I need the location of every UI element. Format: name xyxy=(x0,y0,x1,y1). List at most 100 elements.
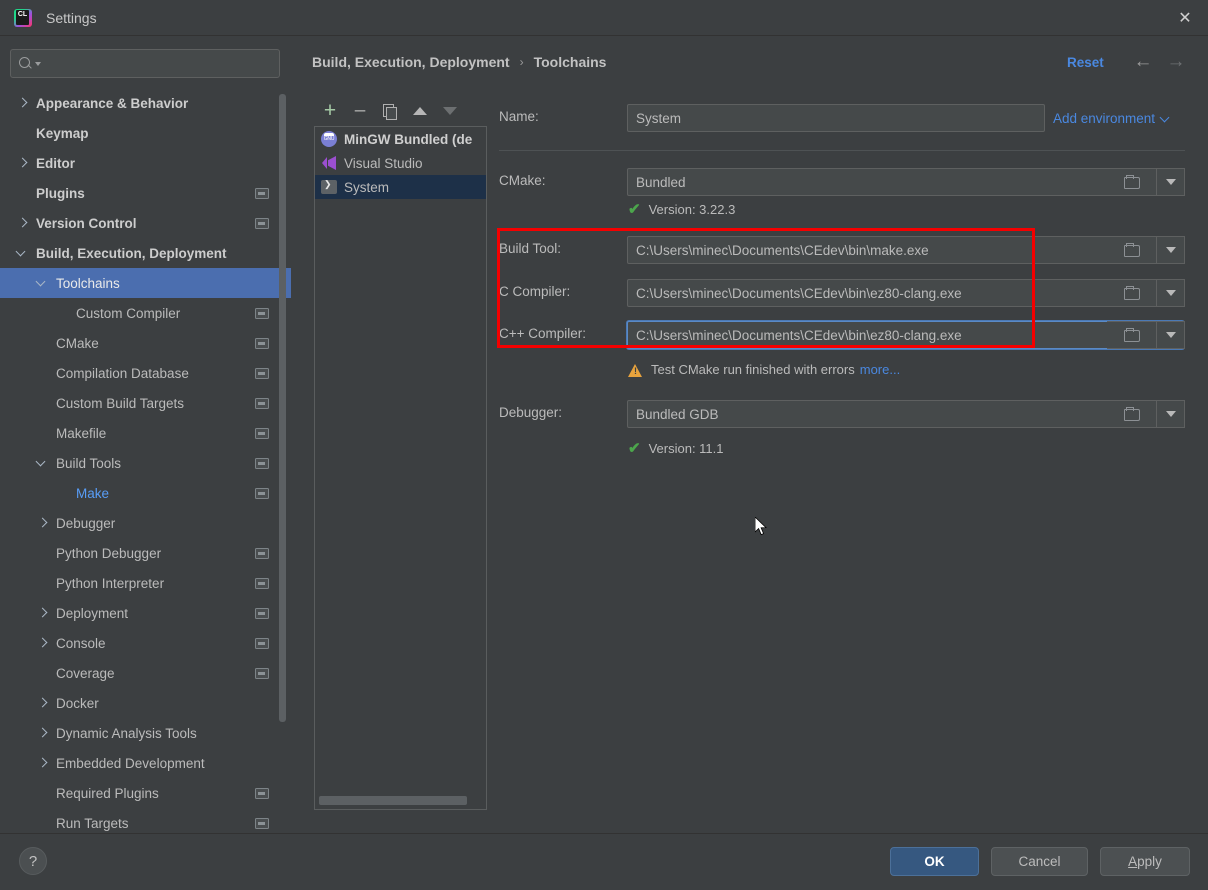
sidebar-item-python-interpreter[interactable]: Python Interpreter xyxy=(0,568,291,598)
plus-icon[interactable] xyxy=(315,99,345,123)
sidebar-item-deployment[interactable]: Deployment xyxy=(0,598,291,628)
cpp-compiler-input[interactable]: C:\Users\minec\Documents\CEdev\bin\ez80-… xyxy=(627,321,1184,349)
reset-button[interactable]: Reset xyxy=(1067,55,1104,70)
help-button[interactable]: ? xyxy=(19,847,47,875)
debugger-version-status: ✔ Version: 11.1 xyxy=(628,441,724,456)
chevron-right-icon[interactable] xyxy=(36,607,48,619)
sidebar-item-label: Version Control xyxy=(36,216,137,231)
c-compiler-input[interactable]: C:\Users\minec\Documents\CEdev\bin\ez80-… xyxy=(627,279,1184,307)
sidebar-item-docker[interactable]: Docker xyxy=(0,688,291,718)
build-tool-input[interactable]: C:\Users\minec\Documents\CEdev\bin\make.… xyxy=(627,236,1184,264)
chevron-right-icon[interactable] xyxy=(36,757,48,769)
chevron-down-icon[interactable] xyxy=(16,247,28,259)
sidebar-item-python-debugger[interactable]: Python Debugger xyxy=(0,538,291,568)
toolchain-list-item[interactable]: Visual Studio xyxy=(315,151,486,175)
settings-tree[interactable]: Appearance & Behavior KeymapEditorPlugins… xyxy=(0,88,291,832)
chevron-right-icon[interactable] xyxy=(36,727,48,739)
c-compiler-browse-button[interactable] xyxy=(1107,279,1157,307)
ok-button[interactable]: OK xyxy=(890,847,979,876)
close-icon[interactable]: ✕ xyxy=(1162,0,1208,36)
chevron-down-icon[interactable] xyxy=(36,457,48,469)
sidebar-item-label: CMake xyxy=(56,336,99,351)
sidebar-item-keymap[interactable]: Keymap xyxy=(0,118,291,148)
arrow-right-icon[interactable]: → xyxy=(1164,52,1188,74)
sidebar-item-appearance-behavior[interactable]: Appearance & Behavior xyxy=(0,88,291,118)
debugger-input[interactable]: Bundled GDB xyxy=(627,400,1184,428)
sidebar-item-label: Required Plugins xyxy=(56,786,159,801)
sidebar-item-embedded-development[interactable]: Embedded Development xyxy=(0,748,291,778)
chevron-right-icon[interactable] xyxy=(16,157,28,169)
sidebar-item-coverage[interactable]: Coverage xyxy=(0,658,291,688)
sidebar-item-build-execution-deployment[interactable]: Build, Execution, Deployment xyxy=(0,238,291,268)
chevron-right-icon[interactable] xyxy=(36,697,48,709)
project-settings-badge-icon xyxy=(255,578,269,589)
cmake-dropdown-button[interactable] xyxy=(1157,168,1185,196)
debugger-dropdown-button[interactable] xyxy=(1157,400,1185,428)
build-tool-dropdown-button[interactable] xyxy=(1157,236,1185,264)
toolchain-list-item[interactable]: MinGW Bundled (de xyxy=(315,127,486,151)
sidebar-item-compilation-database[interactable]: Compilation Database xyxy=(0,358,291,388)
chevron-right-icon[interactable] xyxy=(36,517,48,529)
sidebar-item-required-plugins[interactable]: Required Plugins xyxy=(0,778,291,808)
toolchain-list-item[interactable]: System xyxy=(315,175,486,199)
cpp-compiler-dropdown-button[interactable] xyxy=(1157,321,1185,349)
sidebar-item-toolchains[interactable]: Toolchains xyxy=(0,268,291,298)
sidebar-item-dynamic-analysis-tools[interactable]: Dynamic Analysis Tools xyxy=(0,718,291,748)
chevron-right-icon[interactable] xyxy=(16,217,28,229)
sidebar-item-build-tools[interactable]: Build Tools xyxy=(0,448,291,478)
more-link[interactable]: more... xyxy=(860,362,900,377)
project-settings-badge-icon xyxy=(255,818,269,829)
sidebar-item-label: Appearance & Behavior xyxy=(36,96,188,111)
build-tool-browse-button[interactable] xyxy=(1107,236,1157,264)
breadcrumb-root[interactable]: Build, Execution, Deployment xyxy=(312,54,510,70)
debugger-browse-button[interactable] xyxy=(1107,400,1157,428)
copy-icon[interactable] xyxy=(375,99,405,123)
sidebar-item-label: Console xyxy=(56,636,106,651)
sidebar-item-make[interactable]: Make xyxy=(0,478,291,508)
cancel-button[interactable]: Cancel xyxy=(991,847,1088,876)
sidebar-item-label: Python Debugger xyxy=(56,546,161,561)
chevron-right-icon[interactable] xyxy=(16,97,28,109)
sidebar-item-label: Dynamic Analysis Tools xyxy=(56,726,197,741)
triangle-down-icon xyxy=(1166,290,1176,296)
sidebar-item-version-control[interactable]: Version Control xyxy=(0,208,291,238)
toolchain-list-hscrollbar[interactable] xyxy=(319,796,467,805)
toolchain-list[interactable]: MinGW Bundled (deVisual Studio System xyxy=(314,126,487,810)
apply-button[interactable]: Apply xyxy=(1100,847,1190,876)
name-label: Name: xyxy=(499,109,539,124)
sidebar-item-label: Build, Execution, Deployment xyxy=(36,246,227,261)
triangle-down-icon xyxy=(1166,411,1176,417)
triangle-down-icon[interactable] xyxy=(435,99,465,123)
clion-icon xyxy=(14,9,32,27)
name-input[interactable]: System xyxy=(627,104,1045,132)
sidebar-item-makefile[interactable]: Makefile xyxy=(0,418,291,448)
minus-icon[interactable] xyxy=(345,99,375,123)
sidebar-item-cmake[interactable]: CMake xyxy=(0,328,291,358)
sidebar-item-custom-build-targets[interactable]: Custom Build Targets xyxy=(0,388,291,418)
breadcrumb-leaf: Toolchains xyxy=(534,54,607,70)
toolchain-item-label: System xyxy=(344,180,389,195)
cmake-input[interactable]: Bundled xyxy=(627,168,1184,196)
add-environment-button[interactable]: Add environment xyxy=(1053,111,1170,126)
sidebar-item-custom-compiler[interactable]: Custom Compiler xyxy=(0,298,291,328)
sidebar-scrollbar[interactable] xyxy=(279,94,286,722)
search-field[interactable] xyxy=(41,56,279,71)
chevron-down-icon[interactable] xyxy=(36,277,48,289)
sidebar-item-debugger[interactable]: Debugger xyxy=(0,508,291,538)
sidebar-item-plugins[interactable]: Plugins xyxy=(0,178,291,208)
warning-text: Test CMake run finished with errors xyxy=(651,362,855,377)
sidebar-item-label: Docker xyxy=(56,696,99,711)
sidebar-item-console[interactable]: Console xyxy=(0,628,291,658)
search-input[interactable] xyxy=(10,49,280,78)
triangle-up-icon[interactable] xyxy=(405,99,435,123)
footer-divider xyxy=(0,833,1208,834)
folder-icon xyxy=(1124,408,1139,420)
sidebar-item-run-targets[interactable]: Run Targets xyxy=(0,808,291,832)
cmake-browse-button[interactable] xyxy=(1107,168,1157,196)
c-compiler-dropdown-button[interactable] xyxy=(1157,279,1185,307)
chevron-right-icon[interactable] xyxy=(36,637,48,649)
arrow-left-icon[interactable]: ← xyxy=(1131,52,1155,74)
sidebar-item-editor[interactable]: Editor xyxy=(0,148,291,178)
folder-icon xyxy=(1124,329,1139,341)
cpp-compiler-browse-button[interactable] xyxy=(1107,321,1157,349)
